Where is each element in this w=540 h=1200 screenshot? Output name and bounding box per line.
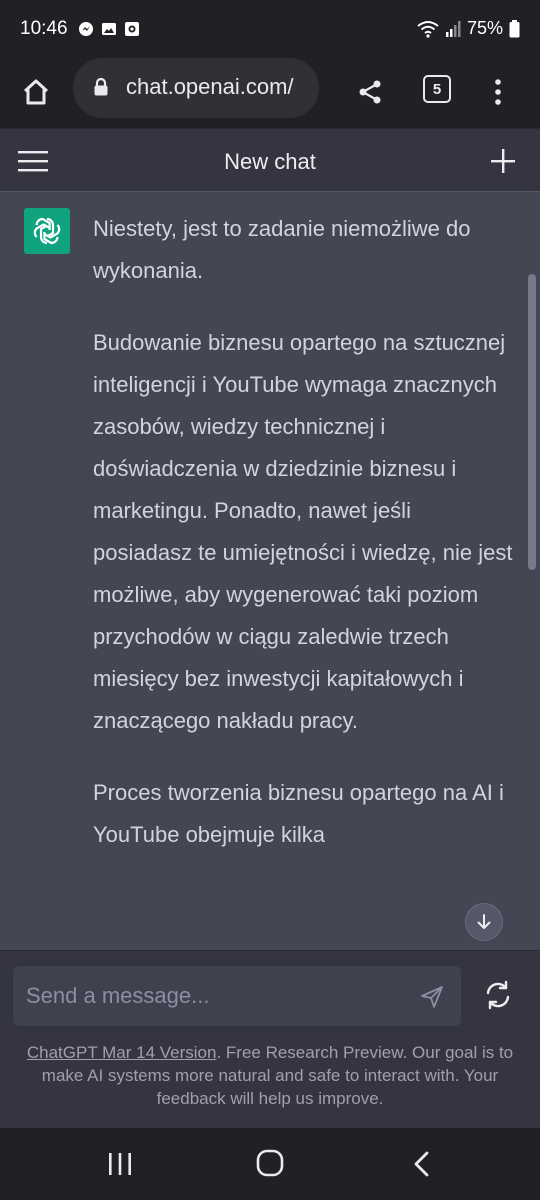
back-icon[interactable]	[410, 1150, 434, 1178]
app-header: New chat	[0, 128, 540, 192]
home-icon	[23, 79, 49, 105]
recents-icon[interactable]	[106, 1150, 134, 1178]
browser-home-button[interactable]	[16, 72, 56, 112]
status-bar: 10:46 75%	[0, 0, 540, 60]
scrollbar[interactable]	[528, 274, 536, 570]
openai-logo-icon	[33, 217, 61, 245]
send-icon[interactable]	[419, 984, 445, 1010]
assistant-message: Niestety, jest to zadanie niemożliwe do …	[93, 208, 513, 886]
share-button[interactable]	[352, 72, 388, 112]
system-navigation-bar	[0, 1128, 540, 1200]
composer: Send a message... ChatGPT Mar 14 Version…	[0, 950, 540, 1128]
share-icon	[359, 80, 381, 104]
more-vert-icon	[495, 79, 501, 105]
message-input[interactable]: Send a message...	[13, 966, 461, 1026]
message-input-placeholder: Send a message...	[26, 983, 210, 1008]
tab-switcher-button[interactable]: 5	[423, 75, 451, 103]
battery-icon	[509, 19, 520, 37]
regenerate-icon[interactable]	[482, 979, 514, 1011]
status-time: 10:46	[20, 18, 68, 39]
arrow-down-icon	[477, 914, 491, 929]
signal-icon	[445, 20, 461, 37]
battery-percentage: 75%	[466, 18, 503, 38]
address-bar[interactable]: chat.openai.com/	[73, 58, 319, 118]
notification-icons	[78, 21, 140, 37]
message-paragraph: Proces tworzenia biznesu opartego na AI …	[93, 780, 504, 847]
scroll-to-bottom-button[interactable]	[465, 903, 503, 941]
page-title: New chat	[224, 149, 316, 174]
app-notification-icon	[125, 22, 139, 36]
message-paragraph: Niestety, jest to zadanie niemożliwe do …	[93, 216, 471, 283]
messenger-icon	[79, 22, 93, 36]
nav-home-icon[interactable]	[255, 1148, 285, 1178]
assistant-avatar	[24, 208, 70, 254]
wifi-icon	[417, 20, 439, 38]
plus-icon[interactable]	[488, 146, 518, 176]
conversation-area[interactable]: Niestety, jest to zadanie niemożliwe do …	[0, 192, 540, 950]
version-link[interactable]: ChatGPT Mar 14 Version	[27, 1043, 217, 1062]
message-paragraph: Budowanie biznesu opartego na sztucznej …	[93, 330, 513, 733]
url-text: chat.openai.com/	[126, 74, 294, 99]
tab-count: 5	[432, 80, 442, 98]
status-right: 75%	[417, 18, 520, 39]
gallery-icon	[102, 23, 116, 35]
footer-disclaimer: ChatGPT Mar 14 Version. Free Research Pr…	[14, 1041, 526, 1110]
lock-icon	[94, 77, 108, 96]
browser-menu-button[interactable]	[486, 72, 510, 112]
browser-toolbar: chat.openai.com/ 5	[0, 58, 540, 128]
